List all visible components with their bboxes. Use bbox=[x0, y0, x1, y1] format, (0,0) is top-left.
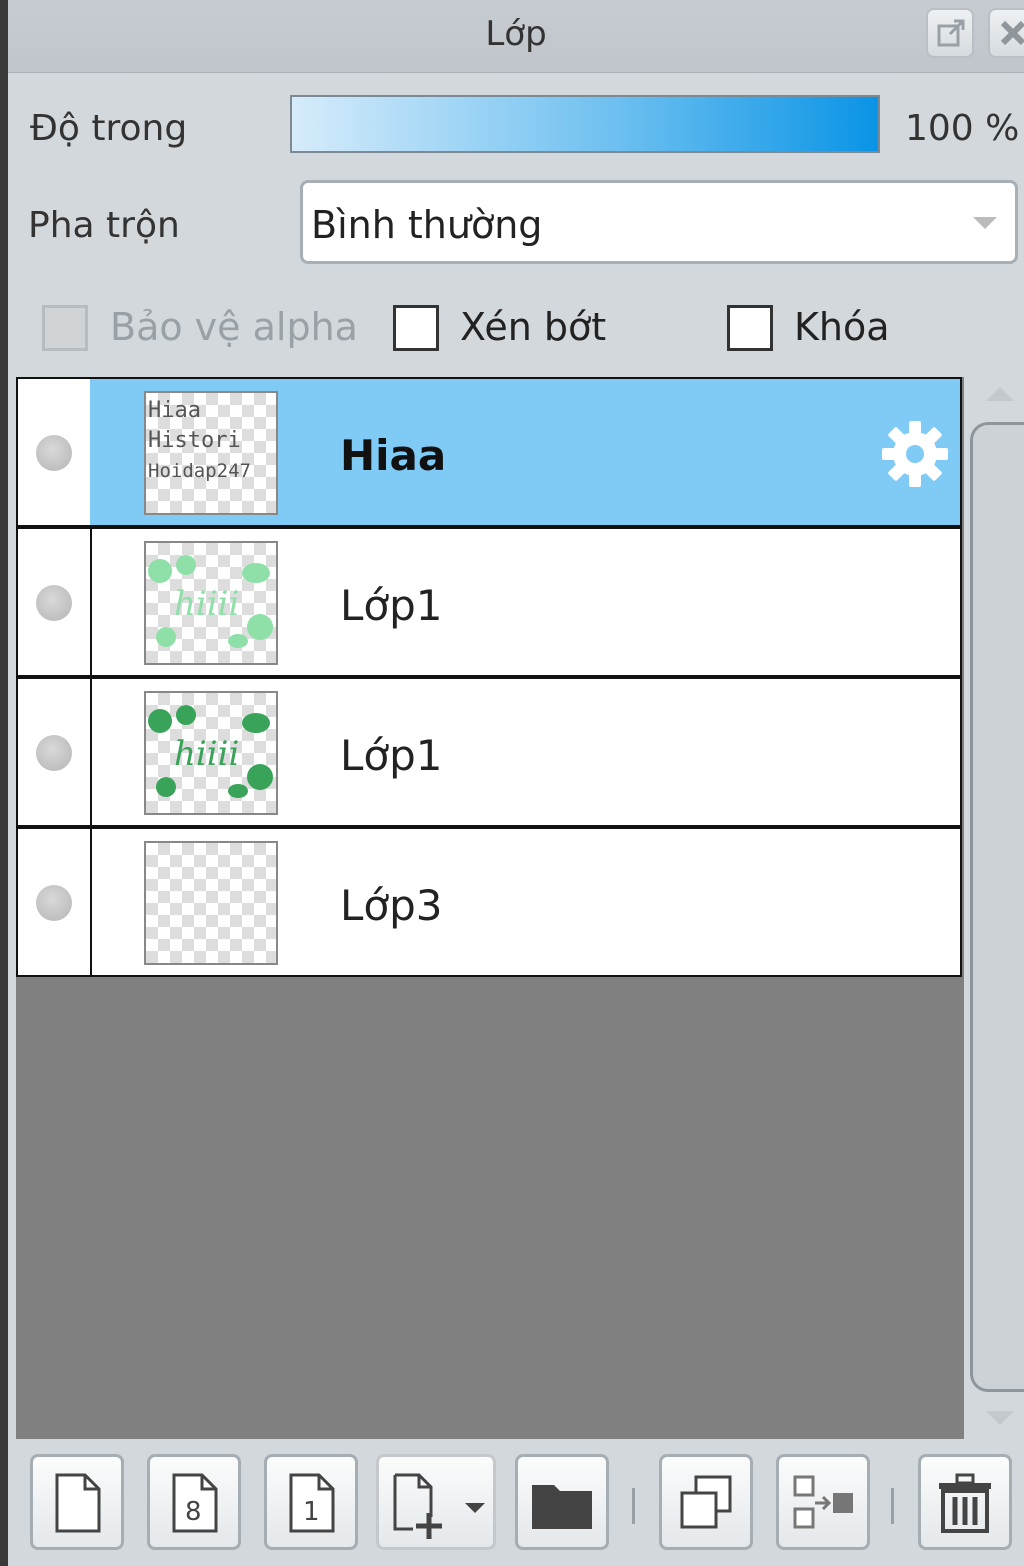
delete-layer-icon bbox=[939, 1473, 991, 1533]
thumbnail-text: Hoidap247 bbox=[148, 460, 251, 482]
delete-layer-button[interactable] bbox=[918, 1454, 1012, 1550]
layer-toolbar: 8 1 bbox=[16, 1442, 1024, 1566]
layer-thumbnail bbox=[144, 841, 278, 965]
panel-titlebar: Lớp bbox=[8, 0, 1024, 73]
new-layer-menu-icon bbox=[393, 1473, 485, 1539]
blend-mode-value: Bình thường bbox=[311, 203, 543, 247]
layer-name: Hiaa bbox=[340, 431, 447, 480]
thumbnail-text: Histori bbox=[148, 428, 241, 453]
opacity-label: Độ trong bbox=[30, 108, 188, 149]
settings-gear-icon[interactable] bbox=[880, 419, 950, 489]
layer-thumbnail: hiiii bbox=[144, 541, 278, 665]
visibility-toggle[interactable] bbox=[36, 435, 72, 471]
panel-title: Lớp bbox=[485, 14, 547, 54]
window-edge bbox=[0, 0, 8, 1566]
new-folder-button[interactable] bbox=[515, 1454, 609, 1550]
layer-row[interactable]: Lớp3 bbox=[16, 827, 962, 977]
close-icon bbox=[1000, 20, 1024, 46]
merge-down-button[interactable] bbox=[776, 1454, 870, 1550]
scrollbar-thumb[interactable] bbox=[970, 422, 1024, 1392]
duplicate-layer-button[interactable] bbox=[659, 1454, 753, 1550]
lock-label: Khóa bbox=[794, 305, 890, 349]
scroll-down-arrow-icon[interactable] bbox=[986, 1411, 1014, 1425]
new-8bit-layer-button[interactable]: 8 bbox=[147, 1454, 241, 1550]
visibility-column bbox=[18, 829, 92, 975]
protect-alpha-label: Bảo vệ alpha bbox=[110, 305, 358, 349]
svg-text:8: 8 bbox=[185, 1497, 202, 1527]
layer-row[interactable]: hiiii Lớp1 bbox=[16, 527, 962, 677]
svg-text:hiiii: hiiii bbox=[174, 584, 239, 624]
layer-row[interactable]: hiiii Lớp1 bbox=[16, 677, 962, 827]
visibility-toggle[interactable] bbox=[36, 585, 72, 621]
new-8bit-layer-icon: 8 bbox=[172, 1473, 218, 1533]
new-1bit-layer-icon: 1 bbox=[289, 1473, 335, 1533]
close-button[interactable] bbox=[988, 8, 1024, 58]
layer-list: Hiaa Histori Hoidap247 Hiaa hiiii Lớp1 h… bbox=[16, 377, 964, 1439]
clip-label: Xén bớt bbox=[460, 305, 607, 349]
blend-mode-select[interactable]: Bình thường bbox=[300, 180, 1018, 264]
clip-checkbox[interactable] bbox=[393, 305, 439, 351]
new-1bit-layer-button[interactable]: 1 bbox=[264, 1454, 358, 1550]
opacity-slider[interactable] bbox=[290, 95, 880, 153]
new-folder-icon bbox=[532, 1485, 592, 1529]
visibility-toggle[interactable] bbox=[36, 885, 72, 921]
popout-button[interactable] bbox=[926, 8, 974, 58]
scroll-up-arrow-icon[interactable] bbox=[986, 387, 1014, 401]
layer-thumbnail: hiiii bbox=[144, 691, 278, 815]
new-layer-menu-button[interactable] bbox=[376, 1454, 496, 1550]
layer-thumbnail: Hiaa Histori Hoidap247 bbox=[144, 391, 278, 515]
toolbar-separator bbox=[632, 1488, 635, 1524]
popout-icon bbox=[937, 19, 965, 47]
new-layer-button[interactable] bbox=[30, 1454, 124, 1550]
layer-name: Lớp1 bbox=[340, 581, 443, 630]
layer-name: Lớp1 bbox=[340, 731, 443, 780]
chevron-down-icon bbox=[973, 217, 997, 229]
layer-name: Lớp3 bbox=[340, 881, 443, 930]
layer-row[interactable]: Hiaa Histori Hoidap247 Hiaa bbox=[16, 377, 962, 527]
visibility-toggle[interactable] bbox=[36, 735, 72, 771]
toolbar-separator bbox=[891, 1488, 894, 1524]
protect-alpha-checkbox[interactable] bbox=[42, 305, 88, 351]
opacity-value: 100 % bbox=[905, 108, 1020, 149]
duplicate-layer-icon bbox=[680, 1475, 732, 1529]
visibility-column bbox=[18, 529, 92, 675]
new-layer-icon bbox=[55, 1473, 101, 1533]
blend-label: Pha trộn bbox=[28, 205, 180, 246]
thumbnail-text: Hiaa bbox=[148, 398, 201, 423]
svg-text:1: 1 bbox=[303, 1497, 320, 1527]
merge-down-icon bbox=[793, 1475, 853, 1529]
lock-checkbox[interactable] bbox=[727, 305, 773, 351]
visibility-column bbox=[18, 379, 92, 525]
layer-scrollbar[interactable] bbox=[964, 377, 1024, 1439]
visibility-column bbox=[18, 679, 92, 825]
svg-text:hiiii: hiiii bbox=[174, 734, 239, 774]
